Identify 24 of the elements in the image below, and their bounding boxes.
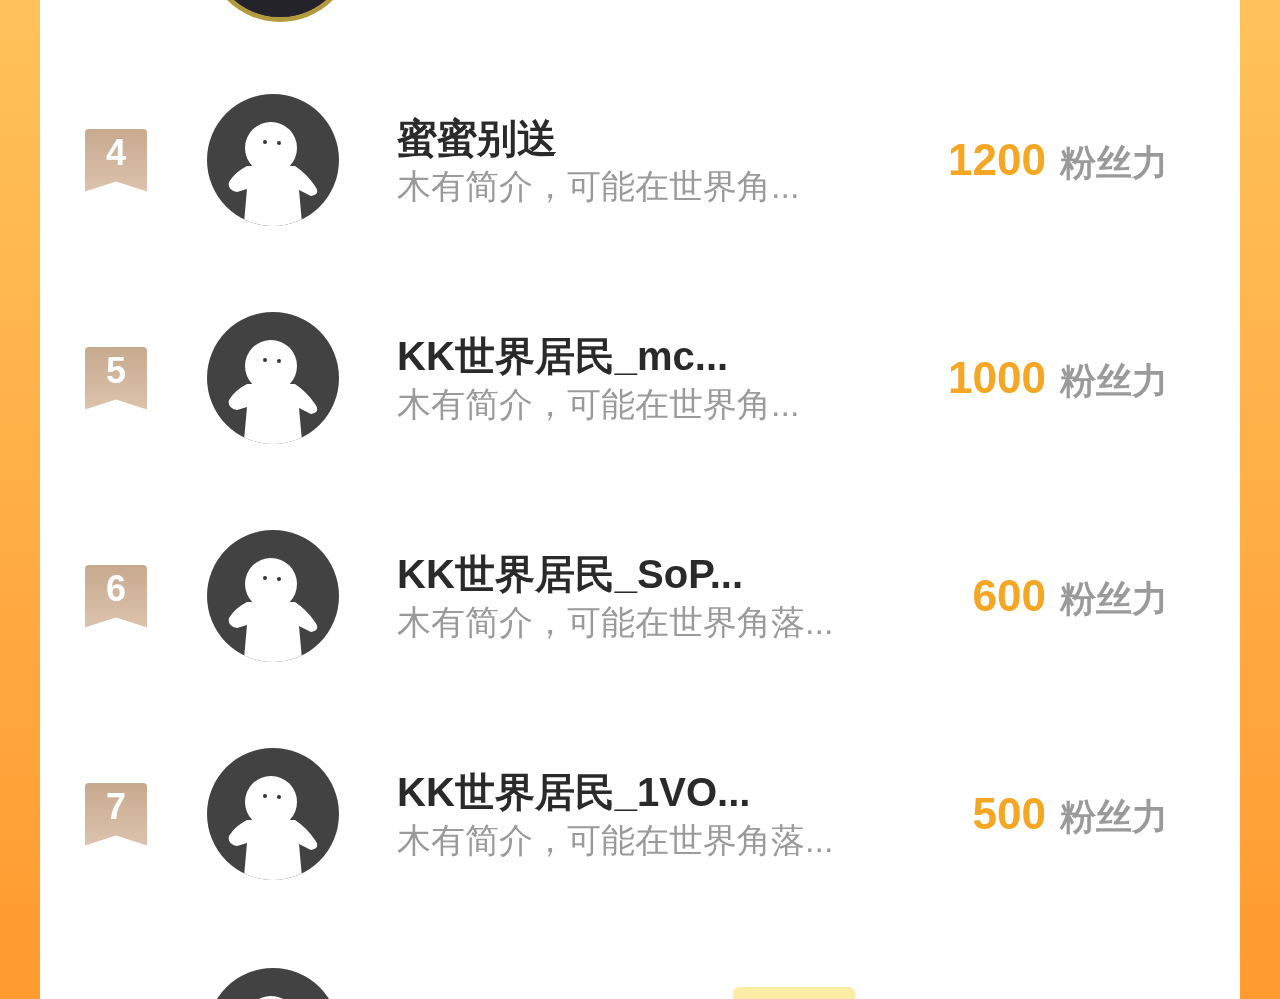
user-bio: 木有简介，可能在世界角...: [397, 166, 801, 207]
rank-badge: 6: [85, 564, 147, 628]
fan-score: 500: [972, 788, 1046, 840]
user-name[interactable]: KK世界居民_mc...: [397, 330, 949, 382]
rank-badge: 4: [85, 128, 147, 192]
avatar-icon[interactable]: [207, 94, 339, 226]
user-name[interactable]: KK世界居民_1VO...: [397, 766, 973, 818]
user-bio: 木有简介，可能在世界角落...: [397, 820, 835, 861]
score-unit: 粉丝力: [1060, 577, 1168, 621]
user-name[interactable]: 蜜蜜别送: [397, 112, 949, 164]
user-bio: 木有简介，可能在世界角...: [397, 384, 801, 425]
fan-score: 600: [972, 570, 1046, 622]
user-name[interactable]: KK世界居民_SoP...: [397, 548, 973, 600]
score-unit: 粉丝力: [1060, 141, 1168, 185]
rank-badge: 7: [85, 782, 147, 846]
score-unit: 粉丝力: [1060, 359, 1168, 403]
avatar-icon[interactable]: [207, 530, 339, 662]
score-unit: 粉丝力: [1060, 795, 1168, 839]
fan-score: 1200: [948, 134, 1046, 186]
avatar-icon[interactable]: [207, 748, 339, 880]
user-bio: 木有简介，可能在世界角落...: [397, 602, 835, 643]
rank-badge: 5: [85, 346, 147, 410]
avatar-icon[interactable]: [207, 312, 339, 444]
fan-score: 1000: [948, 352, 1046, 404]
